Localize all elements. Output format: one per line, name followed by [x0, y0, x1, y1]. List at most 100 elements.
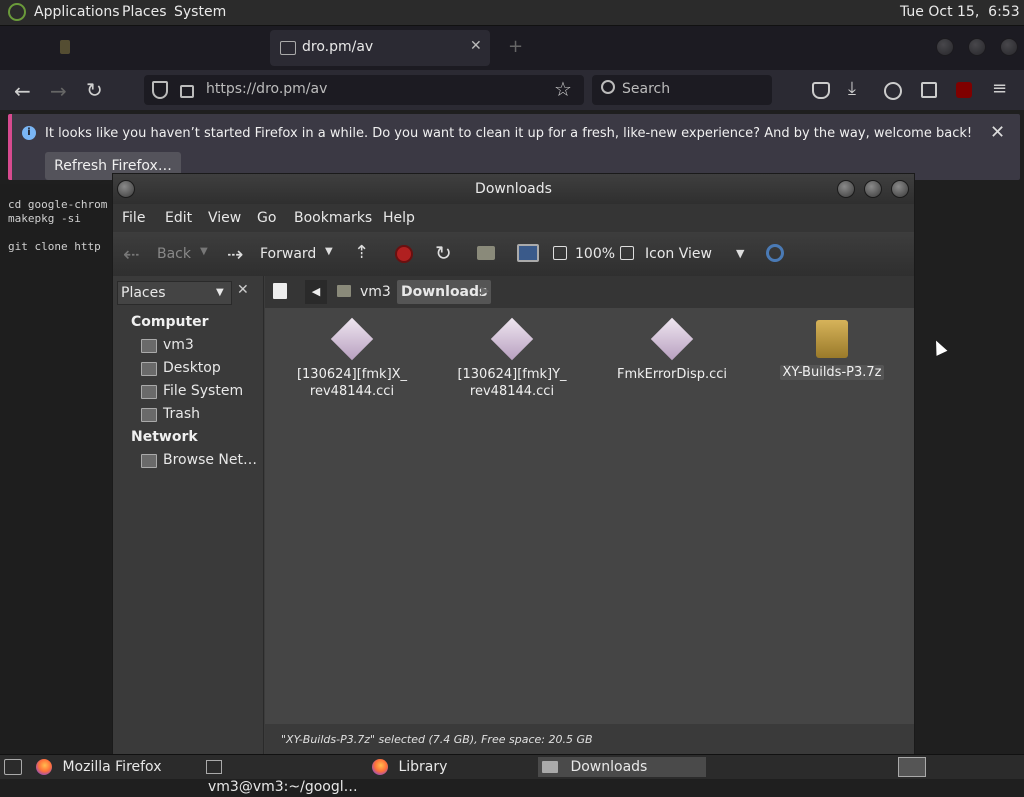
workspace-switcher-icon[interactable] [898, 757, 926, 777]
path-button-vm3[interactable]: vm3 [360, 284, 391, 300]
back-arrow-icon[interactable]: ⇠ [123, 242, 140, 266]
sidebar-item-browse-network[interactable]: Browse Net… [163, 452, 257, 468]
terminal-line: git clone http [8, 240, 101, 253]
terminal-line: makepkg -si [8, 212, 81, 225]
taskbar-label: Mozilla Firefox [62, 759, 162, 775]
terminal-line: cd google-chrom [8, 198, 108, 211]
drive-icon [141, 385, 157, 399]
close-window-icon[interactable] [1000, 38, 1018, 56]
file-icon [490, 317, 534, 361]
taskbar-label: Downloads [570, 759, 648, 775]
maximize-icon[interactable] [968, 38, 986, 56]
places-menu[interactable]: Places [122, 4, 167, 20]
home-folder-icon[interactable] [477, 246, 495, 260]
back-history-chevron-icon[interactable]: ▼ [200, 246, 208, 257]
back-arrow-icon[interactable]: ← [14, 79, 31, 103]
forward-button[interactable]: Forward [260, 246, 316, 262]
maximize-icon[interactable] [864, 180, 882, 198]
minimize-icon[interactable] [837, 180, 855, 198]
reload-icon[interactable]: ↻ [86, 78, 103, 102]
zoom-in-icon[interactable] [620, 246, 634, 260]
minimize-icon[interactable] [936, 38, 954, 56]
file-name: FmkErrorDisp.cci [616, 367, 728, 382]
sidebar: Places ▼ ✕ Computer vm3 Desktop File Sys… [113, 276, 264, 754]
sidebar-heading-network: Network [131, 429, 198, 445]
menu-edit[interactable]: Edit [165, 210, 192, 226]
reload-icon[interactable]: ↻ [435, 241, 452, 265]
zoom-out-icon[interactable] [553, 246, 567, 260]
bookmark-star-icon[interactable]: ☆ [554, 77, 572, 101]
forward-history-chevron-icon[interactable]: ▼ [325, 246, 333, 257]
menu-view[interactable]: View [208, 210, 241, 226]
sidebar-item-vm3[interactable]: vm3 [163, 337, 194, 353]
extensions-icon[interactable] [921, 82, 937, 98]
lock-icon[interactable] [180, 85, 194, 98]
url-text[interactable]: https://dro.pm/av [206, 81, 327, 97]
search-icon[interactable] [766, 244, 784, 262]
desktop-icon [141, 362, 157, 376]
up-arrow-icon[interactable]: ⇡ [354, 242, 369, 263]
sidebar-item-trash[interactable]: Trash [163, 406, 200, 422]
close-sidebar-icon[interactable]: ✕ [237, 282, 249, 298]
account-icon[interactable] [884, 82, 902, 100]
home-icon [141, 339, 157, 353]
file-view[interactable]: [130624][fmk]X_ rev48144.cci [130624][fm… [265, 308, 948, 724]
taskbar-item-firefox[interactable]: Mozilla Firefox [36, 757, 196, 777]
file-item[interactable]: [130624][fmk]Y_ rev48144.cci [437, 317, 587, 400]
location-bar: ◀ vm3 Downloads ▶ [265, 276, 914, 308]
sidebar-item-desktop[interactable]: Desktop [163, 360, 221, 376]
gnome-foot-icon[interactable] [8, 3, 26, 21]
zoom-level[interactable]: 100% [575, 246, 615, 262]
clock[interactable]: Tue Oct 15, 6:53 AM [900, 4, 1024, 20]
applications-menu[interactable]: Applications [34, 4, 120, 20]
path-button-downloads[interactable]: Downloads [397, 280, 492, 304]
path-forward-chevron-icon[interactable]: ▶ [481, 284, 489, 297]
new-tab-icon[interactable]: + [508, 36, 523, 57]
page-icon [280, 41, 296, 55]
toolbar: ⇠ Back ▼ ⇢ Forward ▼ ⇡ ↻ 100% Icon View … [113, 232, 914, 276]
close-icon[interactable] [891, 180, 909, 198]
taskbar-item-downloads[interactable]: Downloads [538, 757, 706, 777]
taskbar-item-library[interactable]: Library [372, 757, 532, 777]
view-dropdown-chevron-icon[interactable]: ▼ [736, 247, 744, 260]
file-name: XY-Builds-P3.7z [779, 365, 885, 380]
shield-icon[interactable] [152, 81, 168, 99]
edit-location-icon[interactable] [273, 283, 287, 299]
sidebar-selector[interactable]: Places ▼ [117, 281, 232, 305]
close-notification-icon[interactable]: ✕ [990, 122, 1005, 143]
network-icon [141, 454, 157, 468]
view-selector[interactable]: Icon View [645, 246, 712, 262]
search-input[interactable]: Search [622, 81, 670, 97]
system-menu[interactable]: System [174, 4, 226, 20]
file-item-selected[interactable]: XY-Builds-P3.7z [757, 320, 907, 381]
window-title-bar[interactable]: Downloads [113, 174, 914, 204]
ublock-origin-icon[interactable] [956, 82, 972, 98]
show-desktop-icon[interactable] [4, 759, 22, 775]
trash-icon [141, 408, 157, 422]
hamburger-menu-icon[interactable]: ≡ [992, 78, 1007, 99]
window-menu-icon[interactable] [117, 180, 135, 198]
forward-arrow-icon[interactable]: ⇢ [227, 242, 244, 266]
file-item[interactable]: [130624][fmk]X_ rev48144.cci [277, 317, 427, 400]
search-bar[interactable]: Search [592, 75, 772, 105]
close-tab-icon[interactable]: ✕ [470, 38, 482, 54]
file-item[interactable]: FmkErrorDisp.cci [597, 317, 747, 383]
path-back-chevron-icon[interactable]: ◀ [305, 280, 327, 304]
menu-go[interactable]: Go [257, 210, 276, 226]
back-button[interactable]: Back [157, 246, 191, 262]
menu-file[interactable]: File [122, 210, 145, 226]
taskbar-item-terminal[interactable]: vm3@vm3:~/googl… [202, 757, 368, 795]
file-icon [650, 317, 694, 361]
stop-icon[interactable] [395, 245, 413, 263]
url-bar[interactable]: https://dro.pm/av ☆ [144, 75, 584, 105]
menu-help[interactable]: Help [383, 210, 415, 226]
active-tab[interactable]: dro.pm/av ✕ [270, 30, 490, 66]
menu-bookmarks[interactable]: Bookmarks [294, 210, 372, 226]
computer-icon[interactable] [517, 244, 539, 262]
inactive-tab[interactable] [50, 34, 250, 60]
downloads-icon[interactable]: ⤓ [848, 78, 856, 99]
sidebar-item-file-system[interactable]: File System [163, 383, 243, 399]
forward-arrow-icon[interactable]: → [50, 79, 67, 103]
pocket-icon[interactable] [812, 82, 830, 99]
terminal-window[interactable]: cd google-chrom makepkg -si git clone ht… [0, 184, 112, 754]
